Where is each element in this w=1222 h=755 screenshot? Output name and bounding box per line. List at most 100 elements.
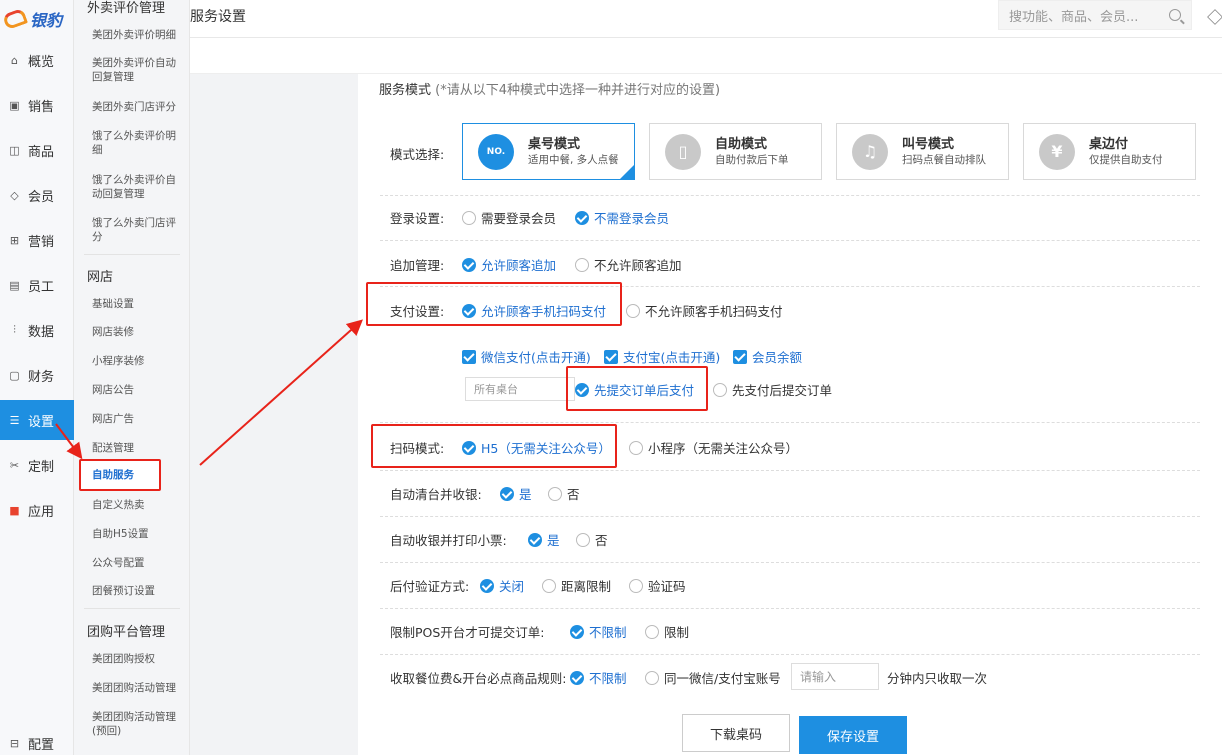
- nav-item-goods[interactable]: ◫ 商品: [0, 130, 74, 170]
- submenu-item[interactable]: 网店装修: [92, 325, 186, 339]
- mode-card-call-number[interactable]: ♫ 叫号模式 扫码点餐自动排队: [836, 123, 1009, 180]
- apps-icon: ■: [9, 503, 20, 517]
- settings-submenu: 外卖评价管理 美团外卖评价明细 美团外卖评价自动回复管理 美团外卖门店评分 饿了…: [74, 0, 190, 755]
- fee-rule-suffix: 分钟内只收取一次: [887, 671, 988, 686]
- submenu-item[interactable]: 网店广告: [92, 412, 186, 426]
- submenu-item[interactable]: 饿了么外卖门店评分: [92, 216, 186, 244]
- fee-no-limit-radio[interactable]: 不限制: [570, 668, 627, 687]
- submenu-divider: [84, 254, 180, 255]
- fee-minutes-input[interactable]: 请输入: [791, 663, 879, 690]
- service-settings-panel: 服务模式 (*请从以下4种模式中选择一种并进行对应的设置) 模式选择: NO. …: [358, 74, 1222, 755]
- config-icon: ⊟: [9, 736, 20, 750]
- custom-icon: ✂: [9, 458, 20, 472]
- fee-rule-label: 收取餐位费&开台必点商品规则:: [390, 671, 567, 686]
- nav-item-member[interactable]: ◇ 会员: [0, 175, 74, 215]
- verify-method-label: 后付验证方式:: [390, 579, 470, 594]
- verify-distance-radio[interactable]: 距离限制: [542, 576, 611, 595]
- checkbox-checked-icon: [604, 349, 618, 364]
- addon-allowed-radio[interactable]: 允许顾客追加: [462, 255, 556, 274]
- nav-item-sales[interactable]: ▣ 销售: [0, 85, 74, 125]
- submenu-item[interactable]: 饿了么外卖评价明细: [92, 129, 186, 157]
- radio-unchecked-icon: [629, 440, 643, 455]
- nav-item-settings[interactable]: ☰ 设置: [0, 400, 74, 440]
- pay-scan-not-allowed-radio[interactable]: 不允许顾客手机扫码支付: [626, 301, 783, 320]
- nav-item-overview[interactable]: ⌂ 概览: [0, 40, 74, 80]
- radio-checked-icon: [528, 532, 542, 547]
- diamond-icon[interactable]: [1207, 9, 1222, 25]
- home-icon: ⌂: [11, 53, 18, 67]
- submenu-item[interactable]: 公众号配置: [92, 556, 186, 570]
- verify-code-radio[interactable]: 验证码: [629, 576, 686, 595]
- submenu-divider: [84, 608, 180, 609]
- submenu-item[interactable]: 美团外卖评价自动回复管理: [92, 56, 186, 84]
- submenu-item[interactable]: 饿了么外卖评价自动回复管理: [92, 173, 186, 201]
- mode-card-self-service[interactable]: ▯ 自助模式 自助付款后下单: [649, 123, 822, 180]
- submenu-item[interactable]: 美团团购活动管理(预回): [92, 710, 186, 738]
- submenu-item-self-service[interactable]: 自助服务: [79, 459, 161, 491]
- nav-item-finance[interactable]: ▢ 财务: [0, 355, 74, 395]
- submenu-item[interactable]: 美团团购活动管理: [92, 681, 186, 695]
- search-icon[interactable]: [1169, 9, 1181, 21]
- scan-miniprogram-radio[interactable]: 小程序（无需关注公众号）: [629, 438, 798, 457]
- pos-no-limit-radio[interactable]: 不限制: [570, 622, 627, 641]
- row-divider: [380, 608, 1200, 609]
- submenu-item[interactable]: 自定义热卖: [92, 498, 186, 512]
- scan-h5-radio[interactable]: H5（无需关注公众号）: [462, 438, 611, 457]
- auto-clear-no-radio[interactable]: 否: [548, 484, 580, 503]
- login-required-radio[interactable]: 需要登录会员: [462, 208, 556, 227]
- auto-print-label: 自动收银并打印小票:: [390, 533, 507, 548]
- wechat-pay-checkbox[interactable]: 微信支付(点击开通): [462, 347, 591, 366]
- mode-card-table-pay[interactable]: ¥ 桌边付 仅提供自助支付: [1023, 123, 1196, 180]
- submenu-item[interactable]: 美团外卖评价明细: [92, 28, 186, 42]
- member-balance-checkbox[interactable]: 会员余额: [733, 347, 802, 366]
- table-select-dropdown[interactable]: 所有桌台: [465, 377, 575, 401]
- auto-print-yes-radio[interactable]: 是: [528, 530, 560, 549]
- submenu-item[interactable]: 网店公告: [92, 383, 186, 397]
- alipay-checkbox[interactable]: 支付宝(点击开通): [604, 347, 720, 366]
- fee-same-account-radio[interactable]: 同一微信/支付宝账号: [645, 668, 781, 687]
- verify-off-radio[interactable]: 关闭: [480, 576, 524, 595]
- radio-checked-icon: [480, 578, 494, 593]
- submenu-item[interactable]: 美团团购授权: [92, 652, 186, 666]
- nav-item-staff[interactable]: ▤ 员工: [0, 265, 74, 305]
- global-search-input[interactable]: 搜功能、商品、会员...: [998, 0, 1192, 30]
- login-not-required-radio[interactable]: 不需登录会员: [575, 208, 669, 227]
- submenu-item[interactable]: 自助H5设置: [92, 527, 186, 541]
- main-nav-rail: 银豹 ⌂ 概览 ▣ 销售 ◫ 商品 ◇ 会员 ⊞ 营销 ▤ 员工 ⫶ 数据 ▢ 财务 ☰ 设置 ✂…: [0, 0, 74, 755]
- mode-name: 桌边付: [1089, 137, 1129, 152]
- nav-item-apps[interactable]: ■ 应用: [0, 490, 74, 530]
- save-settings-button[interactable]: 保存设置: [799, 716, 907, 754]
- pay-scan-allowed-radio[interactable]: 允许顾客手机扫码支付: [462, 301, 606, 320]
- radio-checked-icon: [570, 624, 584, 639]
- addon-not-allowed-radio[interactable]: 不允许顾客追加: [575, 255, 682, 274]
- submenu-item[interactable]: 团餐预订设置: [92, 584, 186, 598]
- auto-print-no-radio[interactable]: 否: [576, 530, 608, 549]
- submenu-item[interactable]: 基础设置: [92, 297, 186, 311]
- radio-checked-icon: [575, 382, 589, 397]
- submenu-item[interactable]: 小程序装修: [92, 354, 186, 368]
- download-table-code-button[interactable]: 下载桌码: [682, 714, 790, 752]
- mode-name: 自助模式: [715, 137, 768, 152]
- nav-item-config[interactable]: ⊟ 配置: [0, 723, 74, 755]
- table-number-icon: NO.: [478, 133, 514, 170]
- radio-unchecked-icon: [576, 532, 590, 547]
- auto-clear-label: 自动清台并收银:: [390, 487, 482, 502]
- pos-limit-label: 限制POS开台才可提交订单:: [390, 625, 545, 640]
- search-placeholder: 搜功能、商品、会员...: [1009, 9, 1139, 25]
- auto-clear-yes-radio[interactable]: 是: [500, 484, 532, 503]
- finance-icon: ▢: [9, 368, 20, 382]
- nav-item-custom[interactable]: ✂ 定制: [0, 445, 74, 485]
- order-then-pay-radio[interactable]: 先提交订单后支付: [575, 380, 694, 399]
- nav-item-data[interactable]: ⫶ 数据: [0, 310, 74, 350]
- nav-item-marketing[interactable]: ⊞ 营销: [0, 220, 74, 260]
- arrow-to-pay-setting: [199, 319, 363, 466]
- mode-name: 叫号模式: [902, 137, 955, 152]
- mode-card-table-number[interactable]: NO. 桌号模式 适用中餐, 多人点餐: [462, 123, 635, 180]
- pay-then-order-radio[interactable]: 先支付后提交订单: [713, 380, 832, 399]
- submenu-item[interactable]: 配送管理: [92, 441, 186, 455]
- submenu-item[interactable]: 美团外卖门店评分: [92, 100, 186, 114]
- radio-unchecked-icon: [629, 578, 643, 593]
- checkbox-checked-icon: [733, 349, 747, 364]
- brand-logo[interactable]: 银豹: [0, 0, 74, 38]
- pos-limit-radio[interactable]: 限制: [645, 622, 689, 641]
